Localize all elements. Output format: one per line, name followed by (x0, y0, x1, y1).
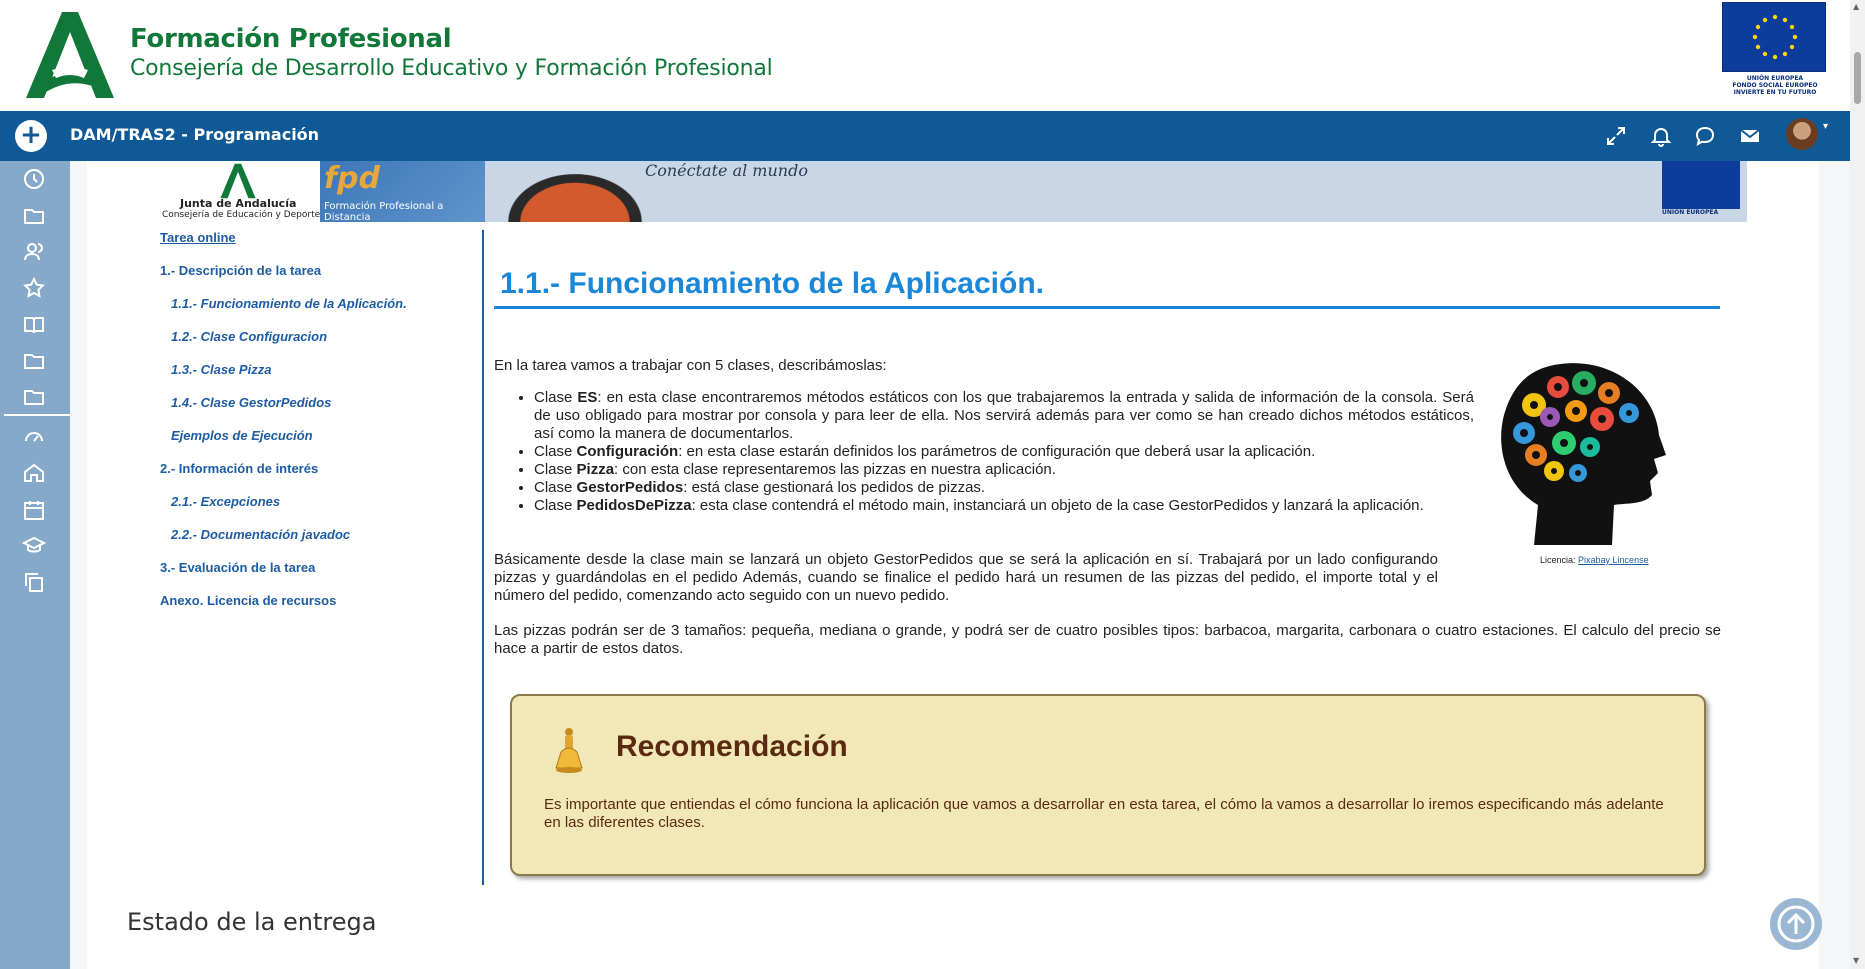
list-item: Clase Configuración: en esta clase estar… (534, 443, 1474, 461)
list-item-prefix: Clase (534, 443, 577, 460)
junta-andalucia-logo[interactable] (22, 10, 118, 100)
list-item-prefix: Clase (534, 461, 577, 478)
arrow-up-icon[interactable] (1770, 898, 1822, 950)
home-icon[interactable] (22, 461, 46, 485)
recommendation-text: Es importante que entiendas el cómo func… (544, 796, 1664, 831)
scroll-up-arrow-icon[interactable]: ▲ (1853, 2, 1859, 11)
eu-stars-icon (1752, 14, 1798, 60)
list-item: Clase Pizza: con esta clase representare… (534, 461, 1474, 479)
list-item-text: : está clase gestionará los pedidos de p… (683, 479, 986, 496)
sidebar-divider (4, 414, 70, 416)
clock-icon[interactable] (22, 167, 46, 191)
junta-subtitle: Consejería de Educación y Deporte (162, 210, 321, 220)
banner-eu-label: UNIÓN EUROPEA (1662, 209, 1719, 216)
recommendation-title: Recomendación (616, 730, 848, 763)
chevron-down-icon[interactable]: ▾ (1823, 121, 1828, 132)
toc-item[interactable]: Anexo. Licencia de recursos (160, 593, 336, 608)
list-item-text: : con esta clase representaremos las piz… (614, 461, 1056, 478)
eu-flag-icon (1662, 161, 1740, 209)
chat-icon[interactable] (1693, 124, 1717, 148)
article-intro: En la tarea vamos a trabajar con 5 clase… (494, 357, 887, 374)
folder-icon[interactable] (22, 204, 46, 228)
list-item: Clase ES: en esta clase encontraremos mé… (534, 389, 1474, 443)
junta-a-icon (220, 163, 256, 199)
expand-icon[interactable] (1604, 124, 1628, 148)
dashboard-icon[interactable] (22, 424, 46, 448)
eu-flag-icon (1722, 2, 1826, 72)
bell-icon (555, 728, 583, 773)
list-item-name: ES (577, 389, 598, 406)
toc-item[interactable]: 2.2.- Documentación javadoc (171, 527, 350, 542)
folder-icon[interactable] (22, 385, 46, 409)
user-avatar[interactable] (1786, 118, 1818, 150)
headphones-image (490, 161, 660, 222)
title-rule (494, 306, 1720, 309)
toc-divider (482, 230, 484, 885)
left-sidebar (0, 161, 70, 969)
toc-item[interactable]: Tarea online (160, 230, 236, 245)
course-banner: Junta de Andalucía Consejería de Educaci… (160, 161, 1747, 222)
list-item: Clase PedidosDePizza: esta clase contend… (534, 497, 1474, 515)
fpd-logo-text: fpd (324, 161, 381, 196)
toc-item[interactable]: 2.1.- Excepciones (171, 494, 280, 509)
list-item-text: : esta clase contendrá el método main, i… (691, 497, 1424, 514)
list-item-name: PedidosDePizza (576, 497, 692, 514)
site-header: Formación Profesional Consejería de Desa… (0, 0, 1865, 111)
brand-title: Formación Profesional (130, 24, 452, 54)
fpd-banner: fpd Formación Profesional a Distancia (320, 161, 485, 222)
scroll-down-arrow-icon[interactable]: ▼ (1853, 956, 1859, 965)
add-menu-button[interactable]: + (15, 120, 47, 152)
toc-item[interactable]: 1.3.- Clase Pizza (171, 362, 271, 377)
book-icon[interactable] (22, 313, 46, 337)
licence-label: Licencia: (1540, 555, 1579, 565)
toc-item[interactable]: Ejemplos de Ejecución (171, 428, 313, 443)
brain-gears-image (1501, 363, 1666, 545)
list-item-name: Pizza (576, 461, 615, 478)
scrollbar-thumb[interactable] (1854, 52, 1861, 104)
junta-name: Junta de Andalucía (180, 197, 297, 210)
toc-item[interactable]: 1.2.- Clase Configuracion (171, 329, 327, 344)
top-navbar: + DAM/TRAS2 - Programación ▾ (0, 111, 1850, 161)
list-item-text: : en esta clase estarán definidos los pa… (678, 443, 1316, 460)
class-list: Clase ES: en esta clase encontraremos mé… (534, 389, 1474, 515)
star-icon[interactable] (22, 276, 46, 300)
article-title: 1.1.- Funcionamiento de la Aplicación. (500, 267, 1044, 300)
toc-item[interactable]: 2.- Información de interés (160, 461, 318, 476)
article-paragraph: Las pizzas podrán ser de 3 tamaños: pequ… (494, 622, 1721, 657)
list-item-prefix: Clase (534, 389, 578, 406)
calendar-icon[interactable] (22, 498, 46, 522)
toc-item[interactable]: 1.1.- Funcionamiento de la Aplicación. (171, 296, 407, 311)
list-item-name: Configuración (576, 443, 679, 460)
list-item-name: GestorPedidos (576, 479, 684, 496)
recommendation-box: Recomendación Es importante que entienda… (510, 694, 1706, 876)
eu-fund-text: UNIÓN EUROPEA FONDO SOCIAL EUROPEO INVIERT… (1732, 75, 1818, 96)
bell-icon[interactable] (1649, 124, 1673, 148)
list-item: Clase GestorPedidos: está clase gestiona… (534, 479, 1474, 497)
junta-banner-logo: Junta de Andalucía Consejería de Educaci… (160, 161, 320, 222)
toc-item[interactable]: 1.4.- Clase GestorPedidos (171, 395, 331, 410)
banner-slogan: Conéctate al mundo (645, 161, 808, 180)
course-title[interactable]: DAM/TRAS2 - Programación (70, 125, 319, 144)
scroll-to-top-button[interactable] (1770, 898, 1822, 950)
envelope-icon[interactable] (1738, 124, 1762, 148)
submission-status-heading: Estado de la entrega (127, 908, 377, 936)
users-icon[interactable] (22, 240, 46, 264)
banner-eu-logo: UNIÓN EUROPEA (1662, 161, 1742, 222)
list-item-text: : en esta clase encontraremos métodos es… (534, 389, 1474, 442)
list-item-prefix: Clase (534, 497, 577, 514)
toc-item[interactable]: 1.- Descripción de la tarea (160, 263, 321, 278)
copy-icon[interactable] (22, 570, 46, 594)
eu-logo: UNIÓN EUROPEA FONDO SOCIAL EUROPEO INVIERT… (1722, 2, 1828, 98)
licence-link[interactable]: Pixabay Lincense (1578, 555, 1649, 565)
fpd-subtitle: Formación Profesional a Distancia (324, 201, 444, 222)
brand-subtitle: Consejería de Desarrollo Educativo y For… (130, 56, 773, 81)
toc-item[interactable]: 3.- Evaluación de la tarea (160, 560, 315, 575)
folder-icon[interactable] (22, 349, 46, 373)
graduation-cap-icon[interactable] (22, 534, 46, 558)
article-paragraph: Básicamente desde la clase main se lanza… (494, 551, 1438, 604)
page-scrollbar[interactable]: ▲ ▼ (1850, 0, 1865, 969)
licence-note: Licencia: Pixabay Lincense (1540, 555, 1649, 565)
list-item-prefix: Clase (534, 479, 577, 496)
